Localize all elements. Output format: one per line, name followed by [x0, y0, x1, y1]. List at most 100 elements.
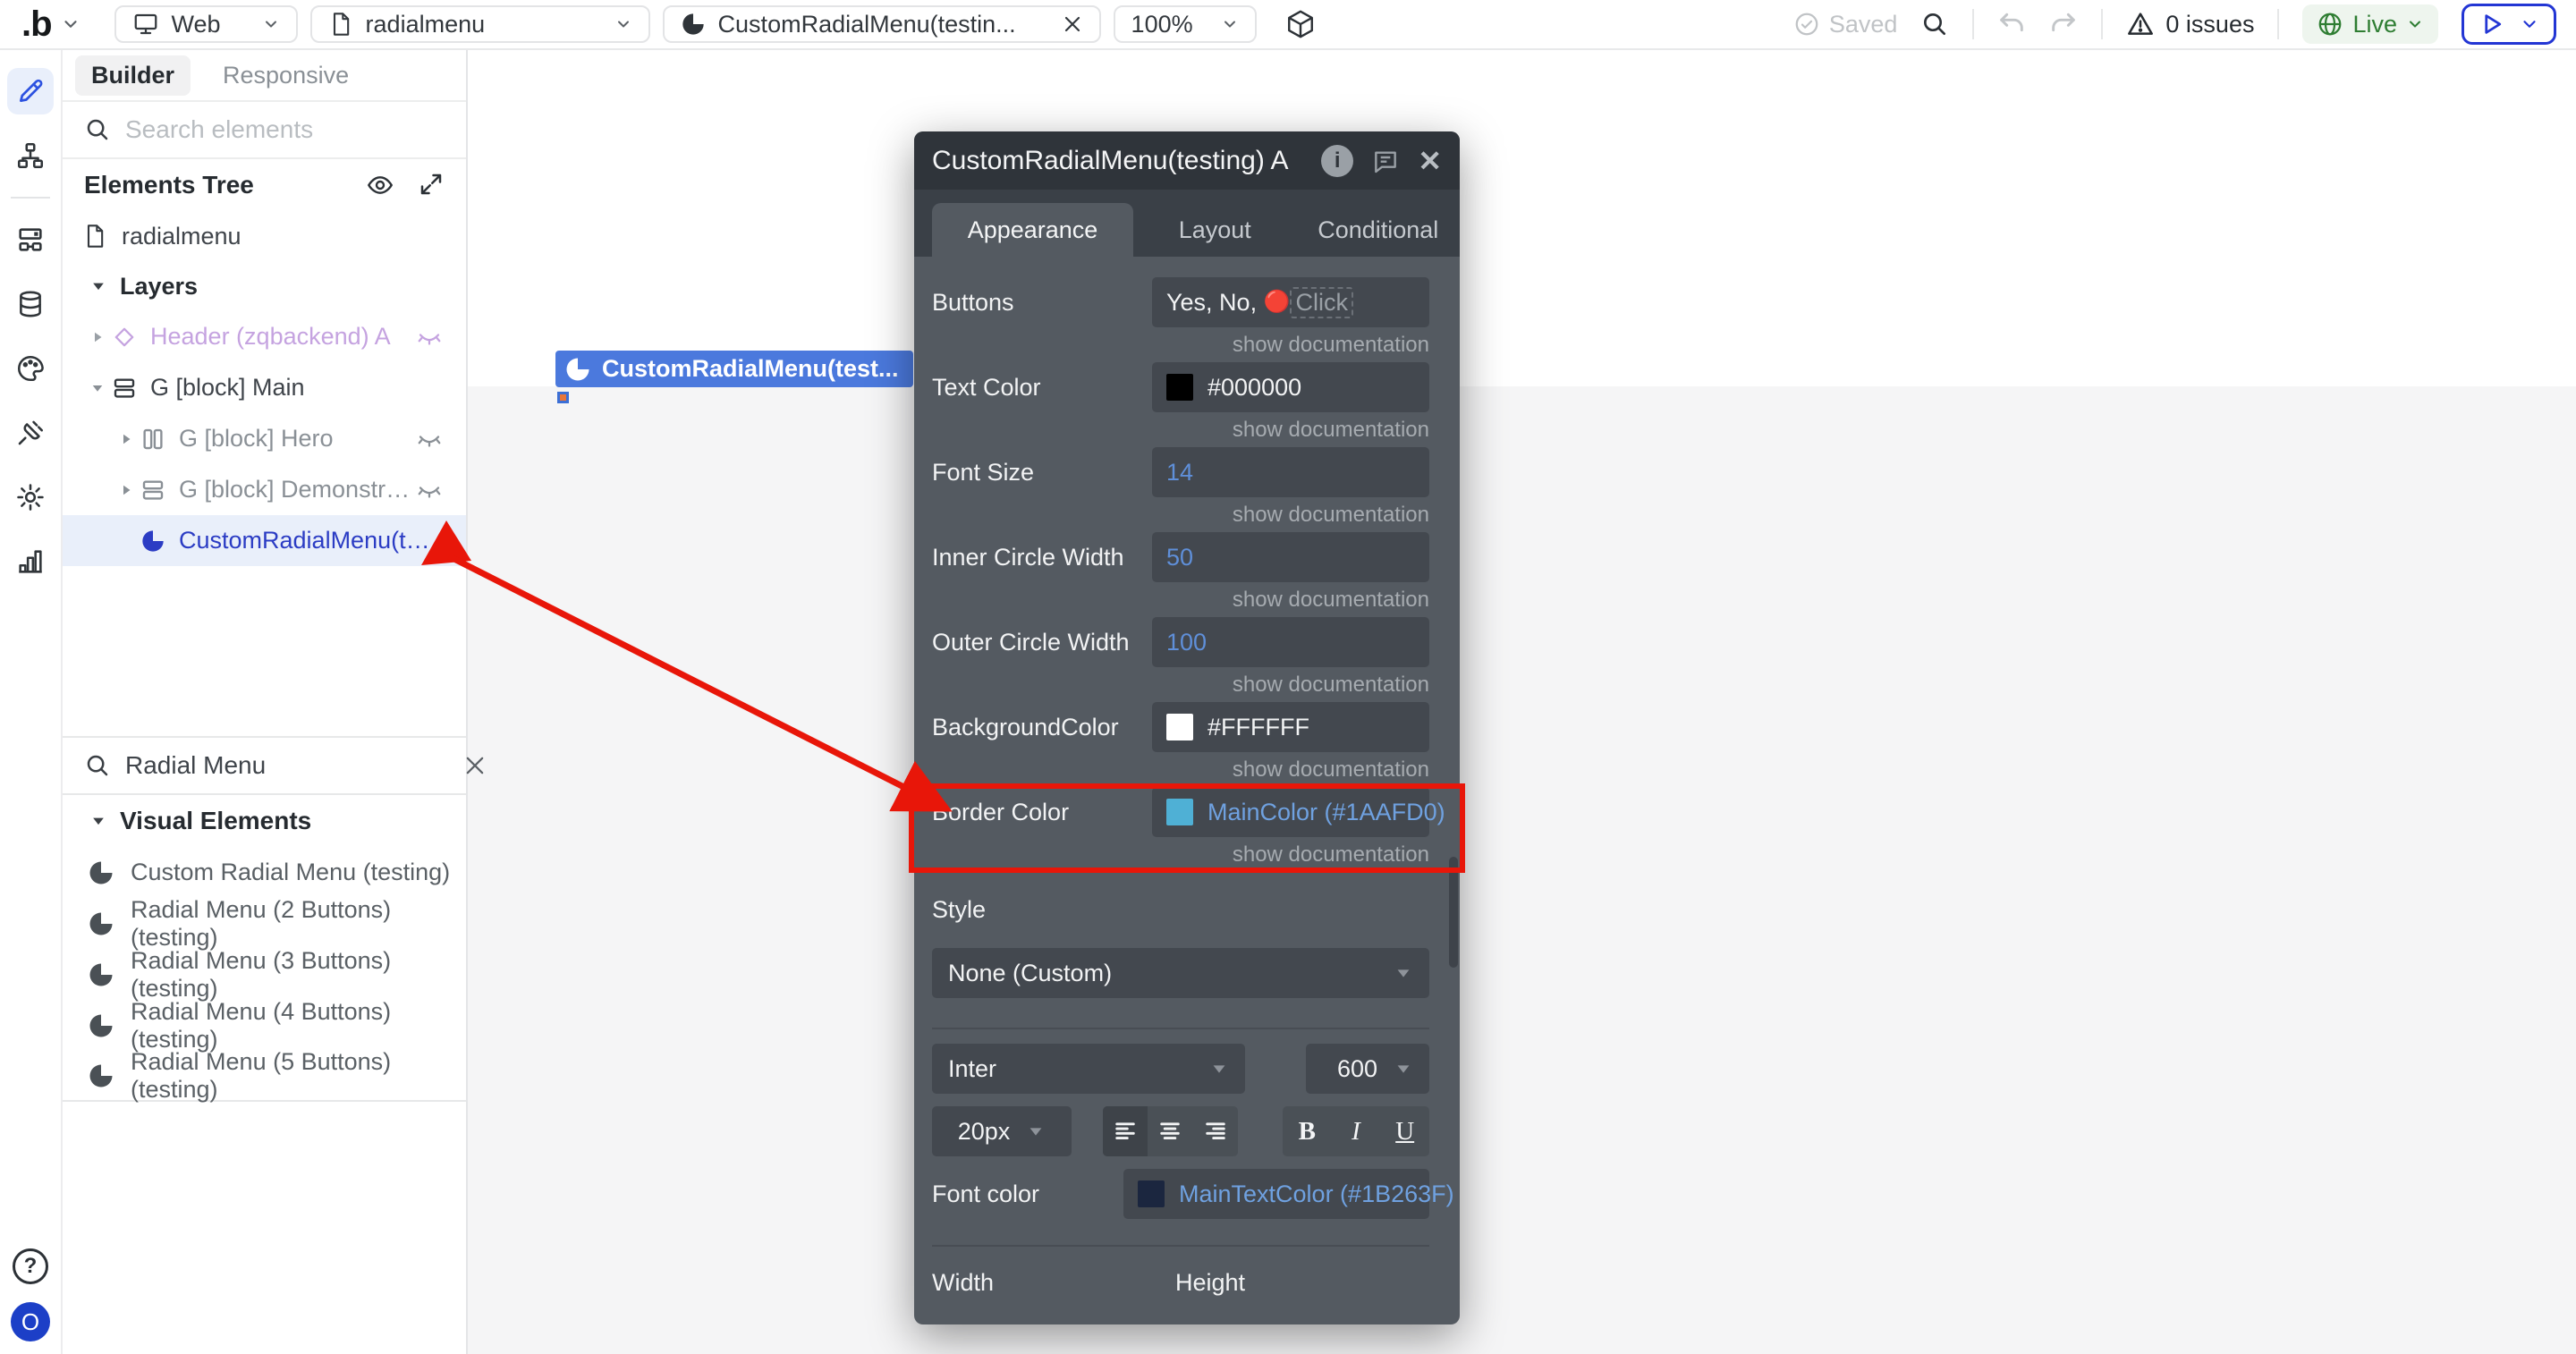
element-tab[interactable]: CustomRadialMenu(testin...: [662, 5, 1101, 43]
eye-closed-icon[interactable]: [416, 426, 443, 453]
align-right-button[interactable]: [1193, 1106, 1238, 1156]
rail-item-styles[interactable]: [7, 345, 54, 392]
preview-button[interactable]: [2462, 4, 2556, 45]
color-swatch[interactable]: [1166, 799, 1193, 825]
zoom-dropdown[interactable]: 100%: [1113, 5, 1257, 43]
show-documentation-link[interactable]: show documentation: [932, 842, 1429, 867]
font-family-dropdown[interactable]: Inter: [932, 1044, 1245, 1094]
eye-icon[interactable]: [366, 171, 394, 199]
tab-responsive[interactable]: Responsive: [207, 55, 365, 96]
show-documentation-link[interactable]: show documentation: [932, 503, 1429, 527]
environment-dropdown[interactable]: Web: [114, 5, 298, 43]
align-center-button[interactable]: [1148, 1106, 1192, 1156]
live-environment-button[interactable]: Live: [2302, 4, 2438, 44]
background-color-input[interactable]: #FFFFFF: [1152, 702, 1429, 752]
show-documentation-link[interactable]: show documentation: [932, 333, 1429, 357]
palette-item-custom-radial-menu[interactable]: Custom Radial Menu (testing): [63, 847, 466, 898]
show-documentation-link[interactable]: show documentation: [932, 673, 1429, 697]
property-editor-header[interactable]: CustomRadialMenu(testing) A i ✕: [914, 131, 1460, 190]
underline-button[interactable]: U: [1380, 1106, 1429, 1156]
rail-item-logs[interactable]: [7, 538, 54, 585]
close-tab-icon[interactable]: [1062, 13, 1083, 35]
tree-item-header-component[interactable]: Header (zqbackend) A: [63, 311, 466, 362]
rail-item-plugins[interactable]: [7, 410, 54, 456]
eye-closed-icon[interactable]: [416, 324, 443, 351]
info-icon[interactable]: i: [1321, 144, 1354, 177]
rail-item-data[interactable]: [7, 281, 54, 327]
clear-search-icon[interactable]: [462, 753, 487, 778]
tab-layout[interactable]: Layout: [1133, 203, 1297, 257]
page-surface[interactable]: [468, 50, 2576, 386]
visual-elements-section-header[interactable]: Visual Elements: [63, 795, 466, 847]
show-documentation-link[interactable]: show documentation: [932, 588, 1429, 612]
undo-icon[interactable]: [1997, 10, 2026, 38]
tab-conditional[interactable]: Conditional: [1297, 203, 1461, 257]
palette-item-radial-menu-5[interactable]: Radial Menu (5 Buttons) (testing): [63, 1048, 466, 1103]
font-size-input[interactable]: 14: [1152, 447, 1429, 497]
buttons-input[interactable]: Yes, No, 🔴 Click: [1152, 277, 1429, 327]
tree-item-group-demonstration[interactable]: G [block] Demonstrati...: [63, 464, 466, 515]
page-dropdown[interactable]: radialmenu: [309, 5, 650, 43]
eye-closed-icon[interactable]: [416, 477, 443, 504]
rail-item-design[interactable]: [7, 68, 54, 114]
color-swatch[interactable]: [1138, 1181, 1165, 1207]
design-canvas[interactable]: CustomRadialMenu(test...: [468, 50, 2576, 1354]
outer-circle-width-input[interactable]: 100: [1152, 617, 1429, 667]
layers-section-header[interactable]: Layers: [63, 261, 466, 311]
tree-item-group-main[interactable]: G [block] Main: [63, 362, 466, 413]
tree-item-custom-radial-menu[interactable]: CustomRadialMenu(testing) A: [63, 515, 466, 566]
popup-scrollbar[interactable]: [1449, 857, 1458, 968]
caret-down-icon[interactable]: [86, 380, 109, 396]
help-button[interactable]: ?: [13, 1248, 48, 1284]
font-color-input[interactable]: MainTextColor (#1B263F): [1123, 1169, 1454, 1219]
toolbar-divider: [2277, 9, 2280, 39]
font-color-value[interactable]: MainTextColor (#1B263F): [1179, 1181, 1454, 1208]
italic-button[interactable]: I: [1332, 1106, 1381, 1156]
border-color-input[interactable]: MainColor (#1AAFD0): [1152, 787, 1445, 837]
selection-handle[interactable]: [557, 392, 569, 403]
font-size-dropdown[interactable]: 20px: [932, 1106, 1072, 1156]
height-label: Height: [1175, 1269, 1246, 1296]
palette-item-radial-menu-3[interactable]: Radial Menu (3 Buttons) (testing): [63, 947, 466, 1002]
tree-item-page[interactable]: radialmenu: [63, 211, 466, 261]
comment-icon[interactable]: [1371, 147, 1400, 175]
app-menu-button[interactable]: .b: [21, 6, 80, 42]
redo-icon[interactable]: [2049, 10, 2078, 38]
text-color-input[interactable]: #000000: [1152, 362, 1429, 412]
align-left-button[interactable]: [1103, 1106, 1148, 1156]
color-swatch[interactable]: [1166, 714, 1193, 740]
close-icon[interactable]: ✕: [1418, 147, 1442, 175]
panel-tab-bar: Builder Responsive: [63, 50, 466, 102]
zoom-level: 100%: [1131, 10, 1193, 38]
tab-appearance[interactable]: Appearance: [932, 203, 1133, 257]
inner-circle-width-input[interactable]: 50: [1152, 532, 1429, 582]
user-avatar[interactable]: O: [11, 1302, 50, 1341]
layout-blocks-icon: [15, 224, 46, 255]
search-elements-input[interactable]: [125, 115, 448, 144]
color-swatch[interactable]: [1166, 374, 1193, 401]
component-library-icon[interactable]: [1285, 9, 1316, 39]
expand-icon[interactable]: [418, 171, 445, 199]
dynamic-token[interactable]: Click: [1290, 286, 1353, 318]
search-icon[interactable]: [1920, 10, 1949, 38]
tree-item-group-hero[interactable]: G [block] Hero: [63, 413, 466, 464]
rail-item-workflow[interactable]: [7, 132, 54, 179]
caret-right-icon[interactable]: [86, 329, 109, 345]
font-weight-dropdown[interactable]: 600: [1306, 1044, 1429, 1094]
caret-right-icon[interactable]: [114, 431, 138, 447]
palette-item-radial-menu-2[interactable]: Radial Menu (2 Buttons) (testing): [63, 896, 466, 951]
show-documentation-link[interactable]: show documentation: [932, 418, 1429, 442]
border-color-value[interactable]: MainColor (#1AAFD0): [1208, 799, 1445, 826]
selected-element-badge[interactable]: CustomRadialMenu(test...: [555, 351, 913, 387]
caret-right-icon[interactable]: [114, 482, 138, 498]
element-search-input[interactable]: [125, 751, 448, 780]
rail-item-settings[interactable]: [7, 474, 54, 520]
palette-item-radial-menu-4[interactable]: Radial Menu (4 Buttons) (testing): [63, 998, 466, 1053]
show-documentation-link[interactable]: show documentation: [932, 757, 1429, 782]
rail-item-reusables[interactable]: [7, 216, 54, 263]
bold-button[interactable]: B: [1283, 1106, 1332, 1156]
chevron-down-icon[interactable]: [2520, 14, 2539, 34]
issues-indicator[interactable]: 0 issues: [2126, 10, 2254, 38]
style-dropdown[interactable]: None (Custom): [932, 948, 1429, 998]
tab-builder[interactable]: Builder: [75, 55, 191, 96]
